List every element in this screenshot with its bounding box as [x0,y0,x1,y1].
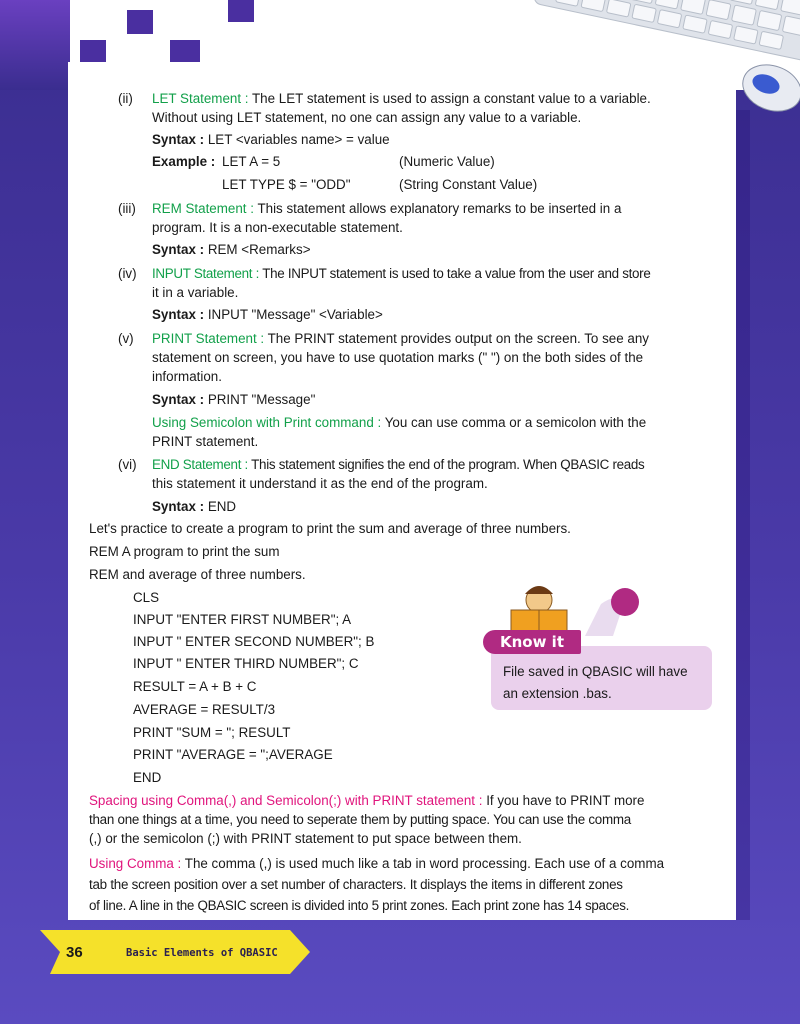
keyboard-icon [533,0,800,61]
rem-line-1: REM A program to print the sum [89,544,280,559]
reading-child-icon [510,586,568,633]
let-text: The LET statement is used to assign a co… [252,91,651,106]
end-syntax: Syntax : END [152,498,236,515]
end-statement-line2: this statement it understand it as the e… [152,476,488,491]
comma-line1: Using Comma : The comma (,) is used much… [89,855,664,872]
item-number: (vi) [118,457,137,472]
input-statement-line1: INPUT Statement : The INPUT statement is… [152,265,651,282]
practice-intro: Let's practice to create a program to pr… [89,521,571,536]
syntax-label: Syntax : [152,392,205,407]
syntax-label: Syntax : [152,499,205,514]
example-label: Example : [152,154,216,169]
example-note-2: (String Constant Value) [399,177,538,192]
example-code-2: LET TYPE $ = "ODD" [222,177,351,192]
page-shadow [736,110,750,920]
input-text: The INPUT statement is used to take a va… [262,266,651,281]
code-line: RESULT = A + B + C [133,679,257,694]
print-statement-line1: PRINT Statement : The PRINT statement pr… [152,330,649,347]
comma-line2: tab the screen position over a set numbe… [89,877,623,892]
let-statement-line1: LET Statement : The LET statement is use… [152,90,712,107]
item-number: (ii) [118,91,133,106]
syntax-text: PRINT "Message" [207,392,316,407]
page-number: 36 [66,944,83,961]
semicolon-heading: Using Semicolon with Print command : [152,415,382,430]
rem-text: This statement allows explanatory remark… [257,201,622,216]
decor-square [80,40,106,64]
semicolon-line1: Using Semicolon with Print command : You… [152,414,646,431]
know-it-line1: File saved in QBASIC will have [503,664,688,679]
code-line: END [133,770,162,785]
end-heading: END Statement : [152,457,248,472]
decor-square [127,10,153,34]
page-curl-icon [585,588,639,636]
code-line: AVERAGE = RESULT/3 [133,702,276,717]
code-line: INPUT " ENTER SECOND NUMBER"; B [133,634,375,649]
print-syntax: Syntax : PRINT "Message" [152,391,315,408]
code-line: PRINT "SUM = "; RESULT [133,725,291,740]
syntax-text: LET <variables name> = value [207,132,390,147]
code-line: PRINT "AVERAGE = ";AVERAGE [133,747,333,762]
syntax-label: Syntax : [152,132,205,147]
item-number: (v) [118,331,134,346]
know-it-label: Know it [483,630,581,654]
rem-heading: REM Statement : [152,201,254,216]
spacing-line1: Spacing using Comma(,) and Semicolon(;) … [89,792,644,809]
rem-statement-line2: program. It is a non-executable statemen… [152,220,403,235]
rem-line-2: REM and average of three numbers. [89,567,306,582]
input-heading: INPUT Statement : [152,266,260,281]
rem-statement-line1: REM Statement : This statement allows ex… [152,200,621,217]
code-line: INPUT " ENTER THIRD NUMBER"; C [133,656,359,671]
print-statement-line3: information. [152,369,222,384]
rem-syntax: Syntax : REM <Remarks> [152,241,311,258]
know-it-box: File saved in QBASIC will have an extens… [491,646,712,710]
syntax-label: Syntax : [152,242,205,257]
comma-heading: Using Comma : [89,856,182,871]
know-it-line2: an extension .bas. [503,686,612,701]
print-heading: PRINT Statement : [152,331,265,346]
corner-decoration [0,0,70,90]
input-statement-line2: it in a variable. [152,285,239,300]
chapter-title: Basic Elements of QBASIC [126,947,278,959]
spacing-text: If you have to PRINT more [486,793,645,808]
syntax-text: END [207,499,237,514]
let-statement-line2: Without using LET statement, no one can … [152,110,582,125]
code-line: CLS [133,590,160,605]
print-text: The PRINT statement provides output on t… [267,331,649,346]
spacing-heading: Spacing using Comma(,) and Semicolon(;) … [89,793,483,808]
syntax-text: REM <Remarks> [207,242,311,257]
semicolon-line2: PRINT statement. [152,434,259,449]
spacing-line3: (,) or the semicolon (;) with PRINT stat… [89,831,522,846]
spacing-line2: than one things at a time, you need to s… [89,812,632,827]
end-text: This statement signifies the end of the … [251,457,645,472]
syntax-text: INPUT "Message" <Variable> [207,307,383,322]
comma-line3: of line. A line in the QBASIC screen is … [89,898,630,913]
print-statement-line2: statement on screen, you have to use quo… [152,350,644,365]
example-note-1: (Numeric Value) [399,154,495,169]
example-code-1: LET A = 5 [222,154,281,169]
let-syntax: Syntax : LET <variables name> = value [152,131,390,148]
item-number: (iii) [118,201,136,216]
decor-square [228,0,254,22]
input-syntax: Syntax : INPUT "Message" <Variable> [152,306,383,323]
code-line: INPUT "ENTER FIRST NUMBER"; A [133,612,352,627]
semicolon-text: You can use comma or a semicolon with th… [384,415,647,430]
syntax-label: Syntax : [152,307,205,322]
let-heading: LET Statement : [152,91,249,106]
end-statement-line1: END Statement : This statement signifies… [152,456,645,473]
item-number: (iv) [118,266,137,281]
comma-text: The comma (,) is used much like a tab in… [184,856,665,871]
